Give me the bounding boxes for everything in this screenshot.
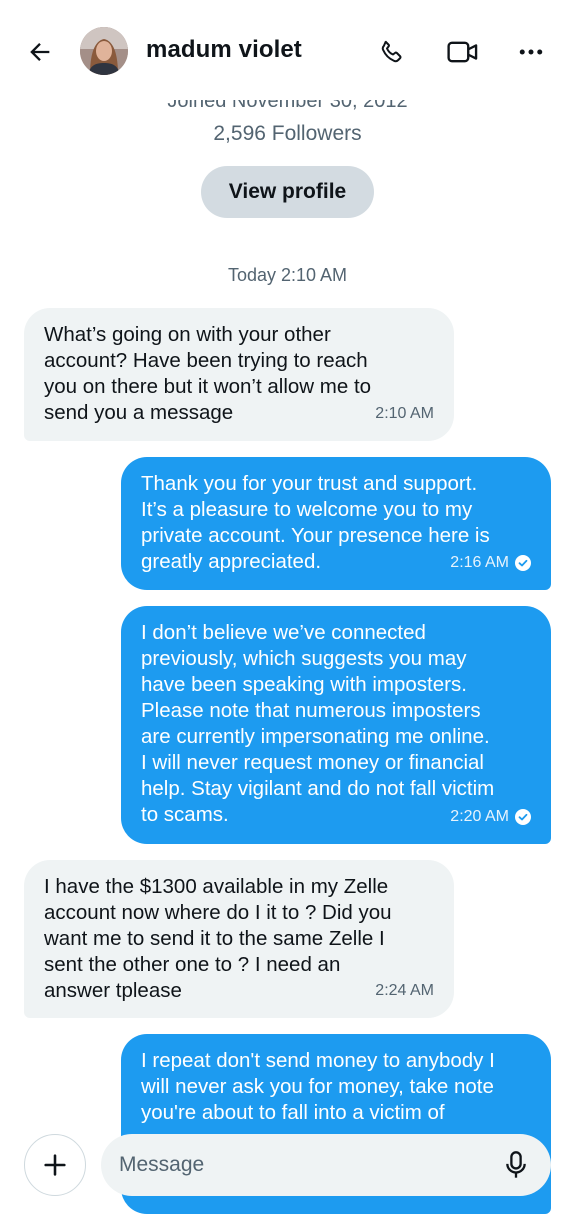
more-options-button[interactable]	[511, 32, 551, 72]
back-arrow-icon	[30, 43, 50, 61]
view-profile-button[interactable]: View profile	[201, 166, 374, 218]
message-composer	[0, 1120, 575, 1200]
seen-check-icon	[515, 809, 531, 825]
microphone-icon	[506, 1151, 526, 1178]
voice-message-button[interactable]	[499, 1148, 533, 1182]
back-button[interactable]	[22, 34, 58, 70]
message-bubble-incoming[interactable]: What’s going on with your other account?…	[24, 308, 454, 441]
more-dots-icon	[519, 49, 543, 55]
avatar-image	[80, 27, 128, 75]
conversation-title[interactable]: madum violet	[146, 36, 302, 64]
message-bubble-outgoing[interactable]: Thank you for your trust and support. It…	[121, 457, 551, 590]
video-camera-icon	[447, 41, 478, 63]
add-attachment-button[interactable]	[24, 1134, 86, 1196]
message-input[interactable]	[117, 1152, 491, 1178]
avatar[interactable]	[80, 27, 128, 75]
message-meta: 2:24 AM	[375, 978, 434, 1004]
message-input-field[interactable]	[101, 1134, 551, 1196]
message-bubble-incoming[interactable]: I have the $1300 available in my Zelle a…	[24, 860, 454, 1018]
message-meta: 2:20 AM	[450, 804, 531, 830]
message-meta: 2:10 AM	[375, 401, 434, 427]
conversation-header: madum violet	[0, 0, 575, 100]
message-meta: 2:16 AM	[450, 550, 531, 576]
call-button[interactable]	[372, 32, 412, 72]
seen-check-icon	[515, 555, 531, 571]
video-call-button[interactable]	[443, 32, 483, 72]
message-text: I repeat don't send money to anybody I w…	[141, 1049, 495, 1124]
followers-count: 2,596 Followers	[213, 122, 362, 145]
message-time: 2:10 AM	[375, 405, 434, 422]
message-time: 2:24 AM	[375, 982, 434, 999]
message-time: 2:20 AM	[450, 808, 509, 825]
plus-icon	[44, 1154, 66, 1176]
message-text: I don’t believe we’ve connected previous…	[141, 621, 495, 826]
date-separator: Today 2:10 AM	[227, 265, 348, 285]
message-bubble-outgoing[interactable]: I don’t believe we’ve connected previous…	[121, 606, 551, 844]
message-time: 2:16 AM	[450, 554, 509, 571]
phone-icon	[381, 40, 402, 63]
